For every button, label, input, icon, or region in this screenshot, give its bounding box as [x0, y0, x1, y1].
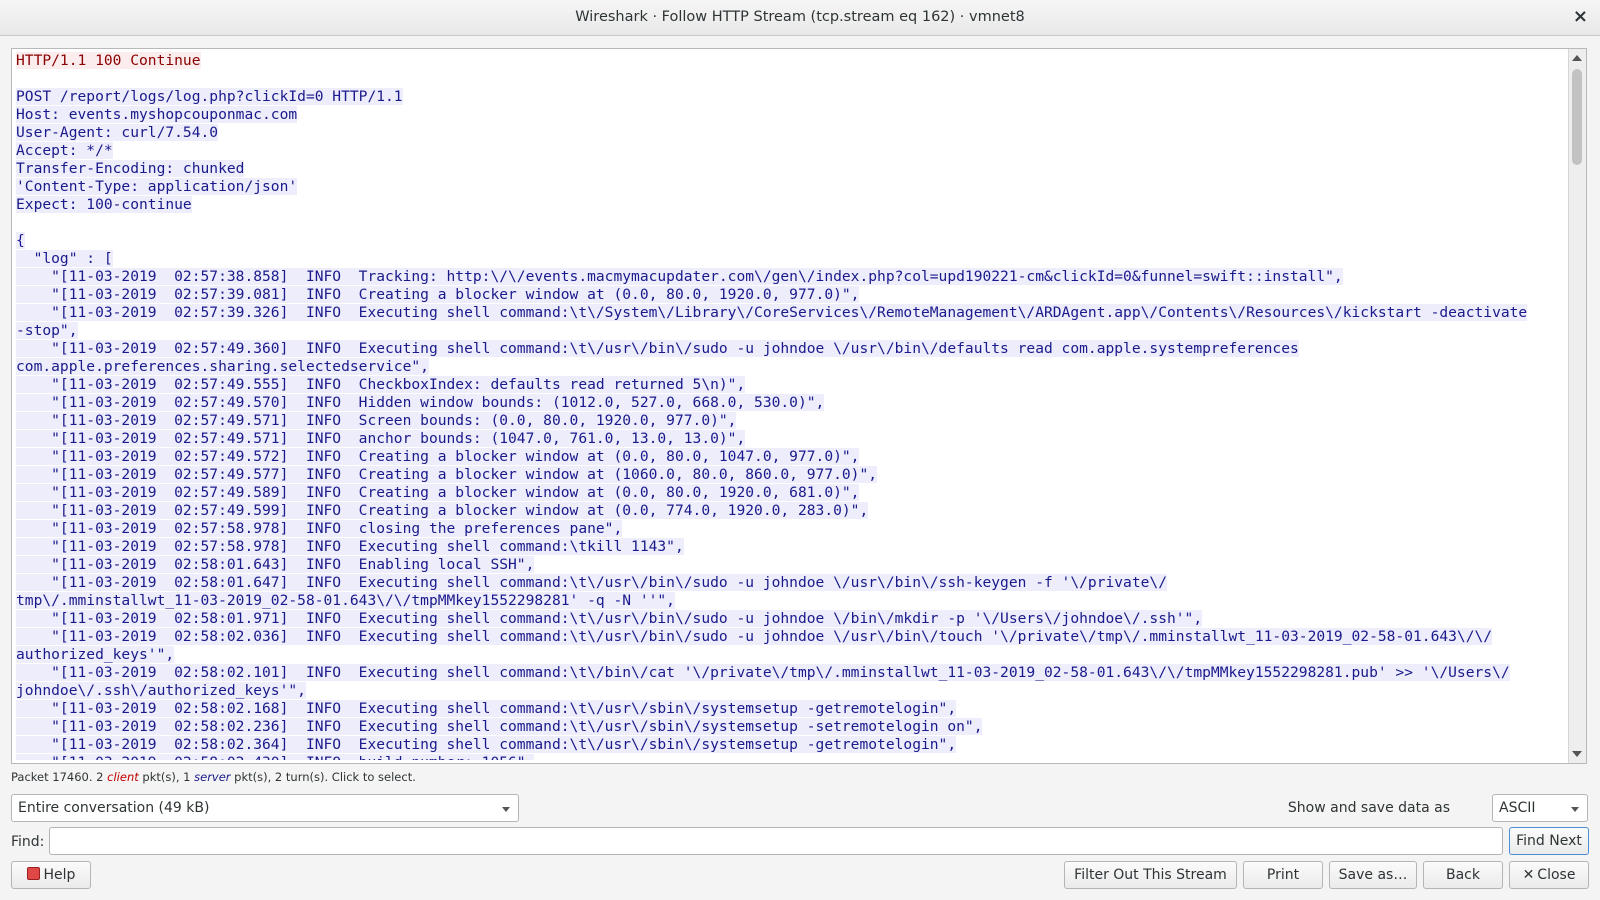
close-button-label: Close	[1537, 867, 1576, 883]
scroll-down-arrow-icon[interactable]	[1572, 751, 1582, 757]
conversation-select[interactable]: Entire conversation (49 kB)	[11, 794, 519, 822]
conversation-select-value: Entire conversation (49 kB)	[18, 800, 210, 816]
status-server-word: server	[194, 770, 231, 784]
vertical-scrollbar[interactable]	[1568, 49, 1586, 763]
status-middle: pkt(s), 1	[138, 770, 195, 784]
find-label: Find:	[11, 834, 45, 850]
title-bar: Wireshark · Follow HTTP Stream (tcp.stre…	[0, 0, 1600, 36]
save-as-button[interactable]: Save as…	[1329, 861, 1417, 889]
help-icon	[26, 867, 40, 880]
window-close-icon[interactable]: ×	[1573, 6, 1588, 27]
window-title: Wireshark · Follow HTTP Stream (tcp.stre…	[575, 9, 1025, 25]
stream-text[interactable]: HTTP/1.1 100 Continue POST /report/logs/…	[16, 52, 1568, 760]
close-button[interactable]: ✕ Close	[1509, 861, 1589, 889]
help-button-label: Help	[43, 867, 76, 883]
chevron-down-icon	[1571, 807, 1579, 812]
stream-content-pane[interactable]: HTTP/1.1 100 Continue POST /report/logs/…	[11, 48, 1587, 764]
show-save-label: Show and save data as	[1287, 800, 1450, 816]
close-icon: ✕	[1522, 867, 1535, 883]
help-button[interactable]: Help	[11, 861, 91, 889]
find-input[interactable]	[49, 827, 1503, 855]
back-button[interactable]: Back	[1423, 861, 1503, 889]
chevron-down-icon	[502, 807, 510, 812]
encoding-select-value: ASCII	[1499, 800, 1536, 816]
scrollbar-thumb[interactable]	[1572, 69, 1582, 165]
scroll-up-arrow-icon[interactable]	[1572, 55, 1582, 61]
stream-segment-client[interactable]: HTTP/1.1 100 Continue	[16, 52, 201, 69]
stream-segment-server[interactable]: POST /report/logs/log.php?clickId=0 HTTP…	[16, 88, 1528, 760]
find-next-button[interactable]: Find Next	[1509, 827, 1589, 855]
packet-status-line[interactable]: Packet 17460. 2 client pkt(s), 1 server …	[11, 770, 416, 784]
encoding-select[interactable]: ASCII	[1492, 794, 1588, 822]
filter-out-stream-button[interactable]: Filter Out This Stream	[1064, 861, 1237, 889]
status-suffix: pkt(s), 2 turn(s). Click to select.	[230, 770, 416, 784]
status-client-word: client	[107, 770, 139, 784]
status-prefix: Packet 17460. 2	[11, 770, 108, 784]
print-button[interactable]: Print	[1243, 861, 1323, 889]
